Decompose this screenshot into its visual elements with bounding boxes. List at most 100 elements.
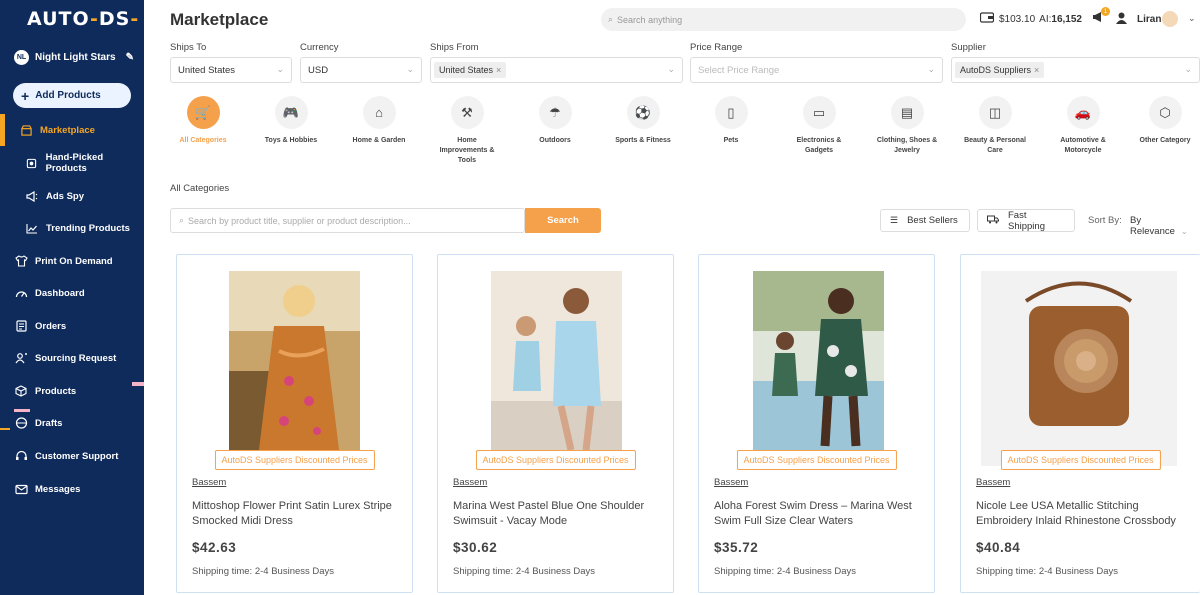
ships-from-select[interactable]: United States × ⌄: [430, 57, 683, 83]
user-icon: [1116, 12, 1127, 27]
sidebar-item-label: Drafts: [35, 417, 63, 429]
beauty-icon: ◫: [978, 96, 1012, 129]
price-range-select[interactable]: Select Price Range ⌄: [690, 57, 943, 83]
store-selector[interactable]: NL Night Light Stars ✎: [14, 49, 134, 65]
tools-icon: ⚒: [450, 96, 484, 129]
category-toys-hobbies[interactable]: 🎮 Toys & Hobbies: [251, 96, 331, 146]
product-image[interactable]: [229, 271, 360, 450]
product-search-placeholder: Search by product title, supplier or pro…: [188, 215, 411, 226]
user-avatar[interactable]: [1162, 11, 1178, 27]
logo-text-end: DS: [98, 8, 131, 30]
supplier-link[interactable]: Bassem: [192, 477, 226, 488]
category-clothing[interactable]: ▤ Clothing, Shoes & Jewelry: [867, 96, 947, 156]
shipping-time: Shipping time: 2-4 Business Days: [714, 566, 857, 577]
sidebar-item-label: Hand-Picked Products: [45, 152, 104, 174]
ai-credits-value: 16,152: [1051, 13, 1082, 25]
category-other[interactable]: ⬡ Other Category: [1130, 96, 1200, 146]
chevron-down-icon: ⌄: [1180, 227, 1188, 236]
add-products-label: Add Products: [35, 90, 101, 101]
chevron-down-icon: ⌄: [276, 64, 284, 74]
sidebar-item-messages[interactable]: Messages: [0, 477, 144, 501]
product-card[interactable]: AutoDS Suppliers Discounted Prices Basse…: [960, 254, 1200, 593]
category-label: Beauty & Personal Care: [964, 137, 1026, 154]
pencil-icon[interactable]: ✎: [126, 52, 134, 63]
search-button[interactable]: Search: [525, 208, 601, 233]
gamepad-icon: 🎮: [274, 96, 308, 129]
supplier-link[interactable]: Bassem: [976, 477, 1010, 488]
supplier-select[interactable]: AutoDS Suppliers × ⌄: [951, 57, 1200, 83]
global-search-input[interactable]: ⌕ Search anything: [601, 8, 966, 31]
best-sellers-button[interactable]: ☰ Best Sellers: [880, 209, 970, 232]
list-icon: ☰: [890, 215, 899, 225]
category-home-improvements[interactable]: ⚒ Home Improvements & Tools: [427, 96, 507, 166]
sidebar-item-print-on-demand[interactable]: Print On Demand: [0, 249, 144, 273]
sort-by-select[interactable]: By Relevance ⌄: [1130, 215, 1200, 237]
category-beauty[interactable]: ◫ Beauty & Personal Care: [955, 96, 1035, 156]
product-title[interactable]: Aloha Forest Swim Dress – Marina West Sw…: [714, 499, 924, 529]
sidebar-item-hand-picked[interactable]: Hand-Picked Products: [0, 151, 144, 175]
store-name: Night Light Stars: [35, 51, 116, 63]
sidebar-item-sourcing-request[interactable]: Sourcing Request: [0, 346, 144, 370]
category-home-garden[interactable]: ⌂ Home & Garden: [339, 96, 419, 146]
ships-to-select[interactable]: United States ⌄: [170, 57, 292, 83]
sidebar-item-marketplace[interactable]: Marketplace: [0, 114, 144, 146]
product-search-input[interactable]: ⌕ Search by product title, supplier or p…: [170, 208, 525, 233]
category-outdoors[interactable]: ☂ Outdoors: [515, 96, 595, 146]
supplier-link[interactable]: Bassem: [714, 477, 748, 488]
sidebar-item-orders[interactable]: Orders: [0, 314, 144, 338]
sidebar-item-dashboard[interactable]: Dashboard: [0, 281, 144, 305]
category-pets[interactable]: ▯ Pets: [691, 96, 771, 146]
product-card[interactable]: AutoDS Suppliers Discounted Prices Basse…: [437, 254, 674, 593]
product-title[interactable]: Mittoshop Flower Print Satin Lurex Strip…: [192, 499, 402, 529]
category-sports-fitness[interactable]: ⚽ Sports & Fitness: [603, 96, 683, 146]
category-label: Home Improvements & Tools: [439, 137, 495, 164]
product-card[interactable]: AutoDS Suppliers Discounted Prices Basse…: [698, 254, 935, 593]
sidebar-item-ads-spy[interactable]: Ads Spy: [0, 184, 144, 208]
home-icon: ⌂: [362, 96, 396, 129]
sidebar: AUTO-DS- NL Night Light Stars ✎ + Add Pr…: [0, 0, 144, 595]
category-label: Clothing, Shoes & Jewelry: [876, 137, 938, 154]
sidebar-item-trending[interactable]: Trending Products: [0, 216, 144, 240]
logo-tail: -: [130, 8, 140, 30]
close-icon[interactable]: ×: [496, 65, 501, 75]
ships-from-label: Ships From: [430, 42, 479, 53]
shipping-time: Shipping time: 2-4 Business Days: [453, 566, 596, 577]
product-price: $30.62: [453, 540, 498, 555]
category-electronics[interactable]: ▭ Electronics & Gadgets: [779, 96, 859, 156]
chevron-down-icon[interactable]: ⌄: [1188, 13, 1196, 24]
clothing-icon: ▤: [890, 96, 924, 129]
ball-icon: ⚽: [626, 96, 660, 129]
plus-icon: +: [21, 87, 30, 104]
category-all[interactable]: 🛒 All Categories: [163, 96, 243, 146]
supplier-link[interactable]: Bassem: [453, 477, 487, 488]
shipping-time: Shipping time: 2-4 Business Days: [976, 566, 1119, 577]
logo-dash: -: [90, 8, 99, 30]
category-automotive[interactable]: 🚗 Automotive & Motorcycle: [1043, 96, 1123, 156]
product-title[interactable]: Nicole Lee USA Metallic Stitching Embroi…: [976, 499, 1196, 529]
notifications-button[interactable]: 1: [1092, 7, 1110, 26]
sidebar-item-drafts[interactable]: Drafts: [0, 411, 144, 435]
product-image[interactable]: [491, 271, 622, 451]
wallet-balance[interactable]: $103.10 AI: 16,152: [979, 12, 1082, 26]
orders-icon: [14, 319, 28, 333]
ships-from-tag[interactable]: United States ×: [434, 62, 507, 78]
sidebar-item-customer-support[interactable]: Customer Support: [0, 444, 144, 468]
chevron-down-icon: ⌄: [927, 64, 935, 74]
category-label: Other Category: [1139, 137, 1191, 144]
currency-select[interactable]: USD ⌄: [300, 57, 422, 83]
cart-icon: 🛒: [186, 96, 220, 129]
add-products-button[interactable]: + Add Products: [13, 83, 131, 108]
sidebar-item-products[interactable]: Products: [0, 379, 144, 403]
close-icon[interactable]: ×: [1034, 65, 1039, 75]
supplier-tag[interactable]: AutoDS Suppliers ×: [955, 62, 1045, 78]
sidebar-item-label: Ads Spy: [46, 190, 85, 202]
decorative-mark: [14, 409, 30, 412]
fast-shipping-button[interactable]: Fast Shipping: [977, 209, 1075, 232]
sourcing-icon: [14, 351, 28, 365]
product-card[interactable]: AutoDS Suppliers Discounted Prices Basse…: [176, 254, 413, 593]
autods-logo[interactable]: AUTO-DS-: [27, 8, 139, 30]
product-title[interactable]: Marina West Pastel Blue One Shoulder Swi…: [453, 499, 663, 529]
user-name[interactable]: Liran: [1137, 14, 1161, 25]
product-image[interactable]: [753, 271, 884, 450]
product-image[interactable]: [981, 271, 1177, 466]
